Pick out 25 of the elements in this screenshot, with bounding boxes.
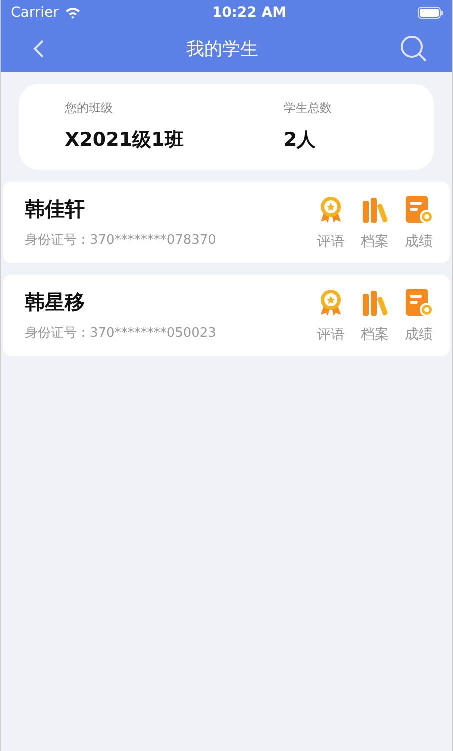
class-value: X2021级1班 <box>65 128 185 153</box>
id-number: 身份证号：370********050023 <box>25 325 216 342</box>
carrier-text: Carrier <box>11 4 59 20</box>
id-number: 身份证号：370********078370 <box>25 232 216 249</box>
student-card[interactable]: 韩星移 身份证号：370********050023 评语 档案 成绩 <box>3 275 450 356</box>
student-name: 韩星移 <box>25 289 86 316</box>
count-label: 学生总数 <box>284 100 333 117</box>
action-button[interactable]: 档案 <box>360 194 390 250</box>
student-card[interactable]: 韩佳轩 身份证号：370********078370 评语 档案 成绩 <box>3 182 450 263</box>
report-icon <box>404 194 434 224</box>
back-icon[interactable] <box>33 38 45 58</box>
action-button[interactable]: 评语 <box>316 288 346 344</box>
page-title: 我的学生 <box>186 38 258 60</box>
status-time: 10:22 AM <box>212 4 287 20</box>
action-button[interactable]: 成绩 <box>404 194 434 250</box>
action-button[interactable]: 评语 <box>316 194 346 250</box>
action-button[interactable]: 档案 <box>360 288 390 344</box>
student-name: 韩佳轩 <box>25 196 86 223</box>
count-value: 2人 <box>284 128 318 153</box>
search-icon[interactable] <box>400 34 428 62</box>
class-label: 您的班级 <box>65 100 114 117</box>
action-button[interactable]: 成绩 <box>404 288 434 344</box>
report-icon <box>404 288 434 318</box>
battery-icon <box>418 6 444 18</box>
wifi-icon <box>64 6 81 18</box>
